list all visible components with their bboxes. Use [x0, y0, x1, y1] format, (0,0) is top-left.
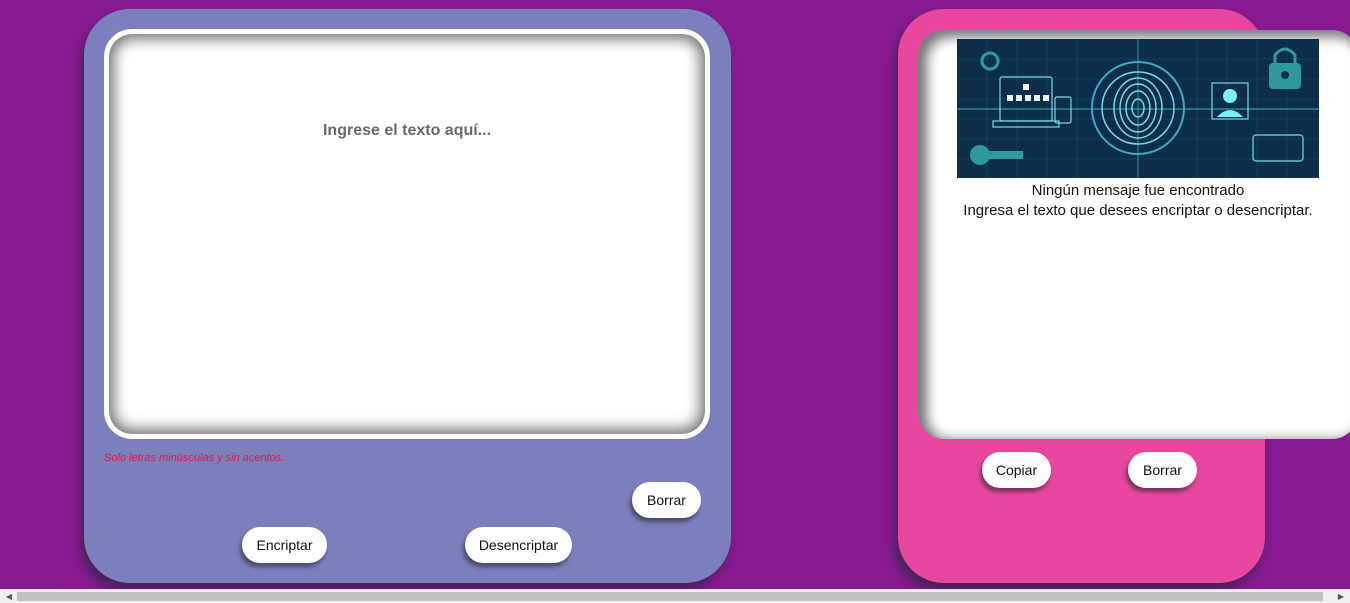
encrypt-button[interactable]: Encriptar: [242, 527, 327, 563]
input-panel: Solo letras minúsculas y sin acentos. Bo…: [84, 9, 731, 583]
clear-input-button[interactable]: Borrar: [632, 482, 701, 518]
decrypt-button[interactable]: Desencriptar: [465, 527, 572, 563]
input-frame: [104, 29, 710, 439]
cybersecurity-illustration: [957, 39, 1319, 178]
scroll-thumb[interactable]: [17, 592, 1323, 601]
output-frame: Ningún mensaje fue encontrado Ingresa el…: [918, 30, 1350, 439]
clear-output-button[interactable]: Borrar: [1128, 452, 1197, 488]
scroll-right-icon[interactable]: ▶: [1334, 590, 1348, 603]
empty-title: Ningún mensaje fue encontrado: [1031, 182, 1245, 199]
horizontal-scrollbar[interactable]: ◀ ▶: [0, 589, 1350, 603]
scroll-left-icon[interactable]: ◀: [2, 590, 16, 603]
empty-subtitle: Ingresa el texto que desees encriptar o …: [963, 202, 1313, 219]
copy-button[interactable]: Copiar: [982, 452, 1051, 488]
input-hint: Solo letras minúsculas y sin acentos.: [104, 452, 285, 464]
text-input[interactable]: [109, 34, 705, 434]
